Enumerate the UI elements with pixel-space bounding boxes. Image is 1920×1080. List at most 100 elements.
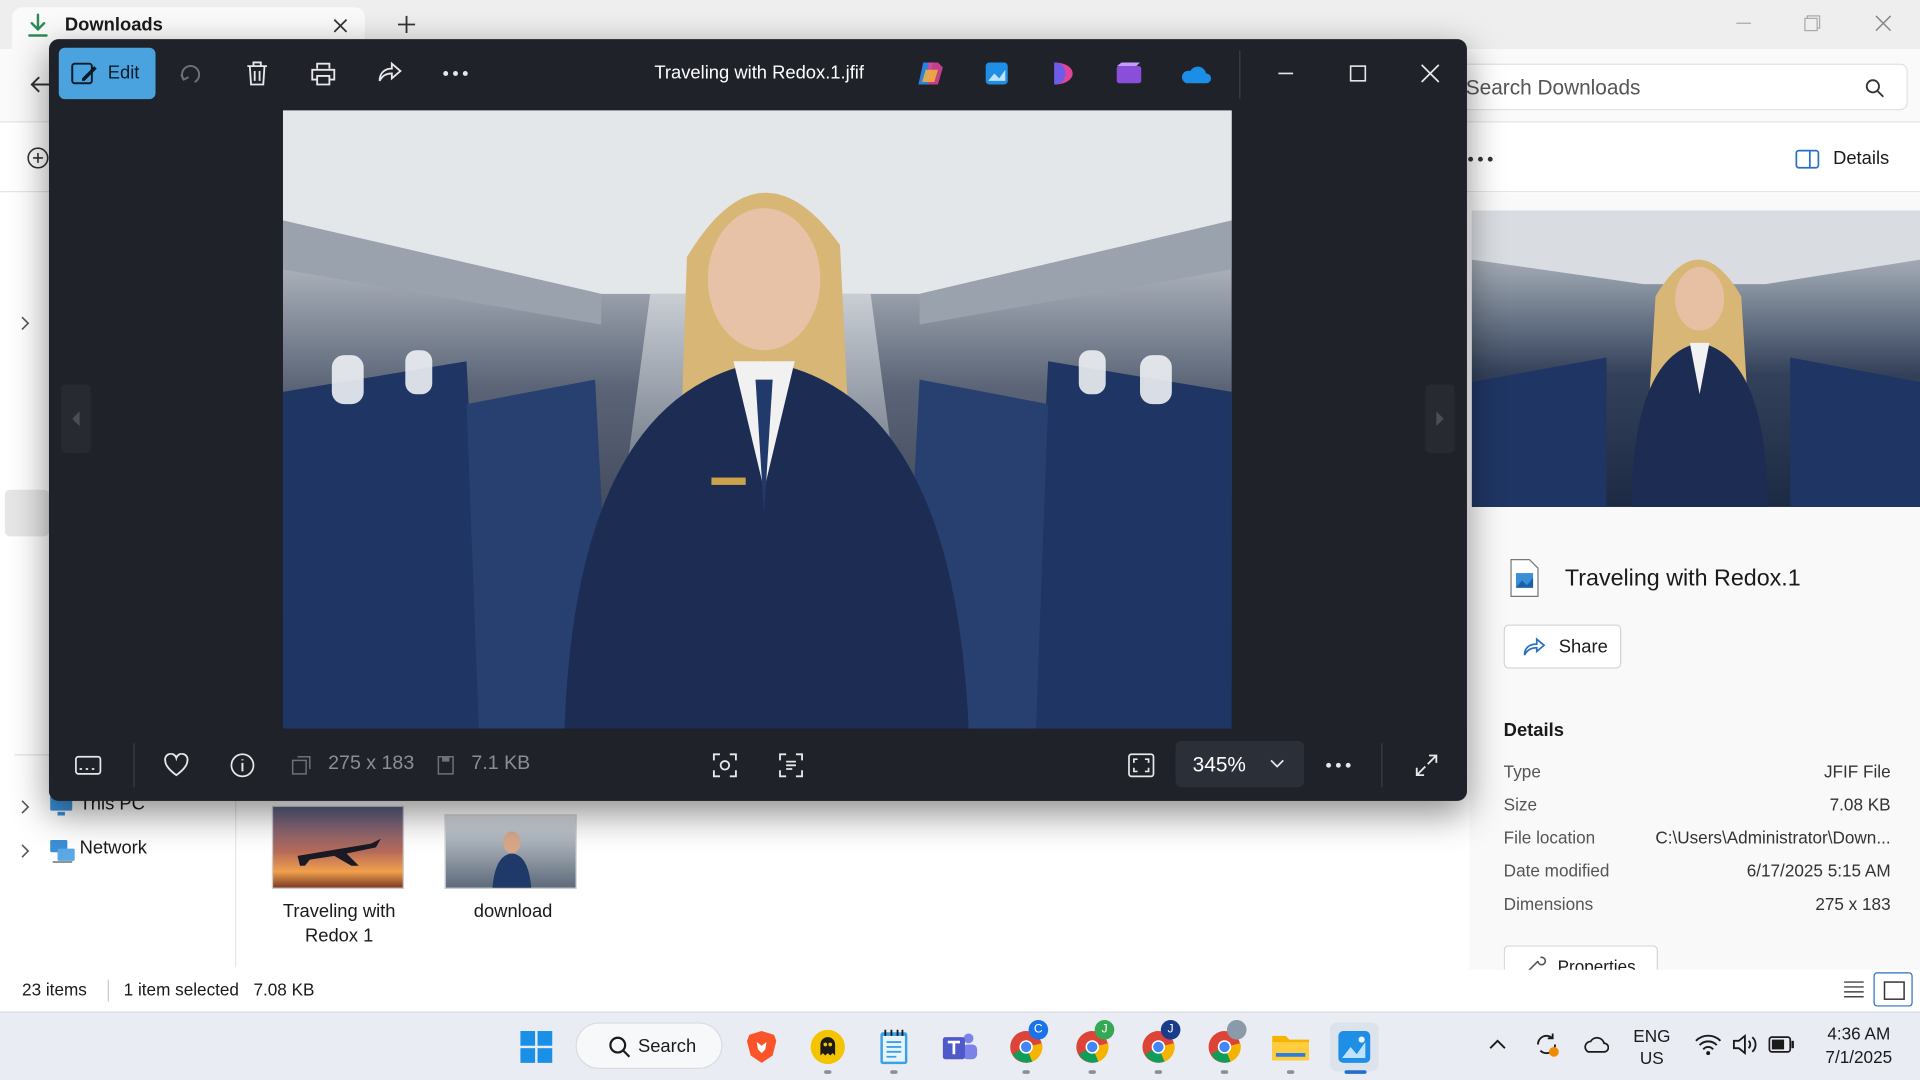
onedrive-button[interactable] bbox=[1173, 51, 1217, 95]
dimensions-icon bbox=[291, 756, 311, 775]
start-button[interactable] bbox=[512, 1022, 561, 1071]
clock[interactable]: 4:36 AM 7/1/2025 bbox=[1810, 1022, 1908, 1069]
copilot-button[interactable] bbox=[909, 51, 953, 95]
bottom-divider bbox=[1381, 743, 1383, 788]
clock-date: 7/1/2025 bbox=[1825, 1046, 1893, 1067]
info-icon bbox=[230, 753, 255, 778]
taskbar-teams[interactable] bbox=[936, 1022, 985, 1071]
property-value: JFIF File bbox=[1823, 761, 1891, 782]
more-options-icon[interactable] bbox=[1467, 156, 1494, 163]
battery-icon[interactable] bbox=[1768, 1036, 1795, 1053]
previous-photo-button[interactable] bbox=[61, 384, 91, 454]
fullscreen-button[interactable] bbox=[1405, 743, 1449, 787]
chevron-right-icon[interactable] bbox=[20, 316, 32, 331]
taskbar-file-explorer[interactable] bbox=[1266, 1022, 1315, 1071]
zoom-level: 345% bbox=[1192, 753, 1246, 777]
file-item[interactable]: download bbox=[436, 802, 590, 956]
property-row: File location C:\Users\Administrator\Down… bbox=[1504, 828, 1891, 852]
list-view-icon[interactable] bbox=[1843, 980, 1865, 1000]
details-toggle-button[interactable]: Details bbox=[1795, 146, 1910, 175]
close-button[interactable] bbox=[1849, 0, 1918, 47]
details-pane: Traveling with Redox.1 Share Details Typ… bbox=[1469, 193, 1920, 970]
print-button[interactable] bbox=[301, 51, 345, 95]
photos-app-button[interactable] bbox=[975, 51, 1019, 95]
volume-icon[interactable] bbox=[1731, 1033, 1758, 1055]
restore-button[interactable] bbox=[1778, 0, 1847, 47]
taskbar-brave[interactable] bbox=[737, 1022, 786, 1071]
search-placeholder: Search Downloads bbox=[1465, 75, 1641, 100]
new-tab-icon[interactable] bbox=[397, 15, 417, 35]
share-button[interactable] bbox=[367, 51, 411, 95]
search-input[interactable]: Search Downloads bbox=[1457, 63, 1908, 111]
selection-size: 7.08 KB bbox=[253, 979, 315, 1000]
zoom-dropdown[interactable]: 345% bbox=[1175, 740, 1305, 788]
more-options-button[interactable] bbox=[1316, 743, 1360, 787]
viewer-toolbar: Edit Traveling with Redox.1.jfif bbox=[49, 39, 1467, 110]
clock-time: 4:36 AM bbox=[1827, 1023, 1891, 1044]
network-icon bbox=[50, 840, 75, 863]
filmstrip-icon bbox=[75, 755, 102, 775]
viewer-close-button[interactable] bbox=[1408, 51, 1452, 95]
onedrive-icon bbox=[1181, 66, 1212, 84]
taskbar-search[interactable]: Search bbox=[575, 1022, 723, 1069]
taskbar: Search C J J ENG US 4:36 AM 7/1/2025 bbox=[0, 1011, 1920, 1080]
more-options-button[interactable] bbox=[433, 51, 477, 95]
scan-text-button[interactable] bbox=[769, 743, 813, 787]
photos-icon bbox=[1338, 1031, 1371, 1063]
nav-item-network[interactable]: Network bbox=[12, 838, 232, 867]
new-item-icon[interactable] bbox=[27, 147, 49, 169]
property-row: Date modified 6/17/2025 5:15 AM bbox=[1504, 861, 1891, 885]
properties-button[interactable]: Properties bbox=[1503, 945, 1658, 970]
property-value: 7.08 KB bbox=[1829, 794, 1891, 815]
wifi-icon[interactable] bbox=[1695, 1033, 1722, 1056]
photo-canvas bbox=[282, 110, 1232, 729]
chevron-right-icon bbox=[1436, 411, 1444, 427]
taskbar-search-label: Search bbox=[637, 1035, 697, 1057]
clipchamp-button[interactable] bbox=[1107, 51, 1151, 95]
taskbar-photos-active[interactable] bbox=[1329, 1022, 1379, 1072]
taskbar-notepad[interactable] bbox=[869, 1022, 918, 1071]
nav-selected-highlight bbox=[4, 489, 49, 537]
onedrive-icon[interactable] bbox=[1582, 1036, 1609, 1053]
delete-button[interactable] bbox=[235, 51, 279, 95]
designer-button[interactable] bbox=[1041, 51, 1085, 95]
expand-icon bbox=[1415, 754, 1438, 777]
bottom-divider bbox=[133, 743, 135, 788]
visual-search-button[interactable] bbox=[703, 743, 747, 787]
sync-icon[interactable] bbox=[1533, 1031, 1560, 1058]
property-row: Dimensions 275 x 183 bbox=[1504, 894, 1891, 918]
viewer-maximize-button[interactable] bbox=[1336, 51, 1380, 95]
next-photo-button[interactable] bbox=[1425, 384, 1455, 454]
rotate-button[interactable] bbox=[169, 51, 213, 95]
taskbar-chrome-profile[interactable]: J bbox=[1134, 1020, 1183, 1071]
chevron-up-icon[interactable] bbox=[1489, 1038, 1506, 1049]
share-label: Share bbox=[1558, 636, 1608, 658]
share-button[interactable]: Share bbox=[1503, 624, 1622, 669]
scan-text-icon bbox=[779, 753, 803, 778]
heart-icon bbox=[164, 753, 189, 777]
profile-badge: J bbox=[1094, 1020, 1115, 1040]
tab-title: Downloads bbox=[64, 14, 163, 36]
minimize-button[interactable] bbox=[1709, 0, 1778, 47]
file-item[interactable]: Traveling with Redox 1 bbox=[262, 802, 416, 956]
file-info-button[interactable] bbox=[220, 743, 264, 787]
attendant-thumbnail bbox=[444, 814, 577, 889]
taskbar-chrome-profile[interactable]: C bbox=[1002, 1020, 1051, 1071]
viewer-minimize-button[interactable] bbox=[1264, 51, 1308, 95]
edit-button[interactable]: Edit bbox=[58, 47, 156, 100]
viewer-bottom-bar: 275 x 183 7.1 KB 345% bbox=[48, 728, 1467, 801]
fit-to-window-button[interactable] bbox=[1119, 743, 1163, 787]
close-tab-icon[interactable] bbox=[332, 17, 349, 34]
properties-label: Properties bbox=[1557, 956, 1636, 970]
status-bar: 23 items 1 item selected 7.08 KB bbox=[0, 970, 1920, 1012]
property-key: Type bbox=[1503, 761, 1541, 782]
taskbar-chrome-profile[interactable]: J bbox=[1068, 1020, 1117, 1071]
filmstrip-button[interactable] bbox=[66, 743, 110, 787]
running-indicator bbox=[1154, 1070, 1163, 1074]
taskbar-app-yellow[interactable] bbox=[803, 1022, 852, 1071]
favorite-button[interactable] bbox=[154, 743, 198, 787]
notepad-icon bbox=[880, 1029, 908, 1065]
taskbar-chrome-profile-photo[interactable] bbox=[1200, 1020, 1249, 1071]
tiles-view-button[interactable] bbox=[1873, 972, 1913, 1007]
language-indicator[interactable]: ENG US bbox=[1626, 1025, 1677, 1069]
